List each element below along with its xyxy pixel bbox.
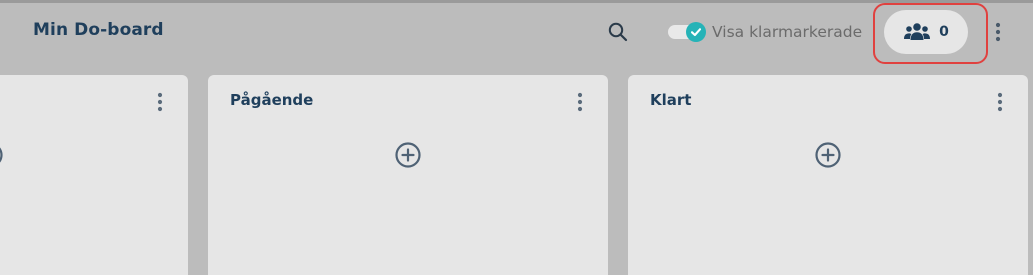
board-column: Pågående <box>208 75 608 275</box>
search-icon <box>608 22 628 42</box>
column-title: Klart <box>650 91 692 109</box>
show-completed-toggle[interactable]: Visa klarmarkerade <box>668 21 862 43</box>
column-more-button[interactable] <box>573 90 587 114</box>
more-vertical-icon <box>157 92 163 112</box>
more-vertical-icon <box>577 92 583 112</box>
more-vertical-icon <box>995 22 1001 42</box>
users-icon <box>904 23 931 40</box>
toggle-track[interactable] <box>668 22 706 42</box>
plus-circle-icon <box>0 147 3 163</box>
show-completed-label: Visa klarmarkerade <box>712 23 863 41</box>
members-count: 0 <box>939 24 949 40</box>
board-column <box>0 75 188 275</box>
plus-circle-icon <box>395 142 421 168</box>
board-column: Klart <box>628 75 1028 275</box>
check-icon <box>690 28 702 37</box>
add-card-button[interactable] <box>0 141 4 169</box>
column-more-button[interactable] <box>993 90 1007 114</box>
more-vertical-icon <box>997 92 1003 112</box>
plus-circle-icon <box>815 142 841 168</box>
search-button[interactable] <box>606 20 630 44</box>
column-title: Pågående <box>230 91 314 109</box>
board-title: Min Do-board <box>33 20 164 40</box>
toggle-knob[interactable] <box>686 22 706 42</box>
add-card-button[interactable] <box>814 141 842 169</box>
column-more-button[interactable] <box>153 90 167 114</box>
top-divider <box>0 0 1033 3</box>
add-card-button[interactable] <box>394 141 422 169</box>
members-button[interactable]: 0 <box>884 10 968 54</box>
board-more-button[interactable] <box>991 20 1005 44</box>
